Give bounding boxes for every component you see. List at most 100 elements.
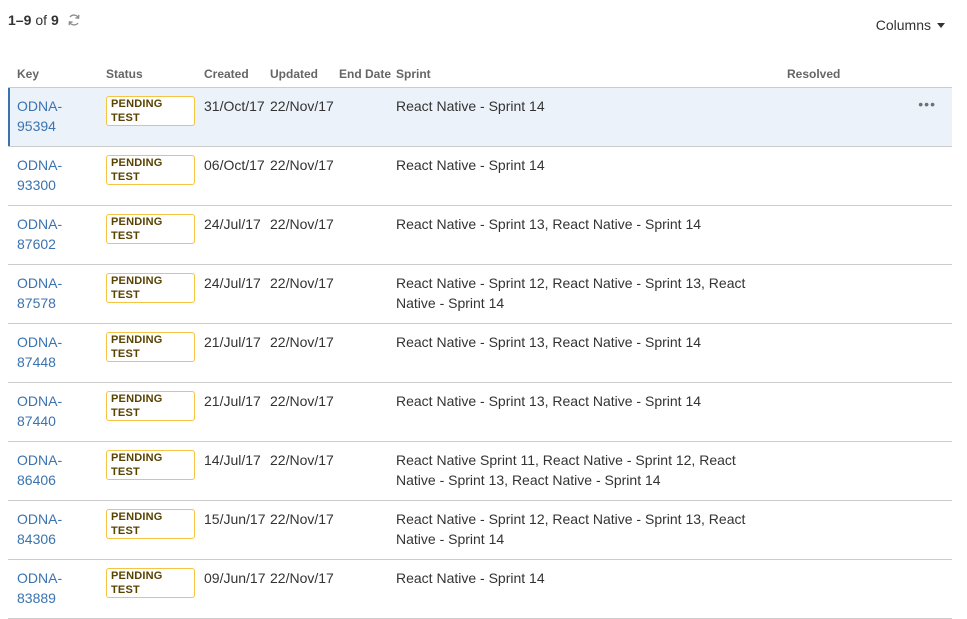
- cell-actions: [878, 382, 952, 442]
- issue-key-link[interactable]: ODNA-87448: [17, 334, 62, 370]
- cell-created: 06/Oct/17: [195, 146, 265, 206]
- header-key[interactable]: Key: [8, 60, 97, 88]
- cell-created: 24/Jul/17: [195, 205, 261, 265]
- cell-key: ODNA-87440: [8, 382, 97, 442]
- header-end-date[interactable]: End Date: [330, 60, 391, 88]
- cell-resolved: [778, 323, 878, 383]
- cell-actions: [878, 264, 952, 324]
- cell-sprint: React Native Sprint 11, React Native - S…: [387, 441, 778, 501]
- cell-resolved: [778, 500, 878, 560]
- cell-end-date: [330, 146, 387, 206]
- cell-key: ODNA-87602: [8, 205, 97, 265]
- cell-status: PENDING TEST: [97, 559, 195, 619]
- cell-sprint: React Native - Sprint 14: [387, 146, 778, 206]
- cell-status: PENDING TEST: [97, 500, 195, 560]
- table-row[interactable]: ODNA-84306 PENDING TEST 15/Jun/17 22/Nov/17…: [8, 500, 952, 560]
- cell-status: PENDING TEST: [97, 146, 195, 206]
- pager-total: 9: [51, 12, 59, 28]
- status-badge: PENDING TEST: [106, 214, 195, 244]
- cell-end-date: [330, 382, 387, 442]
- pager-of: of: [35, 12, 48, 28]
- cell-created: 14/Jul/17: [195, 441, 261, 501]
- issue-key-link[interactable]: ODNA-87440: [17, 393, 62, 429]
- status-badge: PENDING TEST: [106, 332, 195, 362]
- issue-key-link[interactable]: ODNA-93300: [17, 157, 62, 193]
- table-row[interactable]: ODNA-87602 PENDING TEST 24/Jul/17 22/Nov/17…: [8, 205, 952, 265]
- cell-updated: 22/Nov/17: [261, 264, 334, 324]
- issues-table: Key Status Created Updated End Date Spri…: [8, 60, 952, 619]
- cell-key: ODNA-84306: [8, 500, 97, 560]
- cell-end-date: [330, 441, 387, 501]
- table-row[interactable]: ODNA-93300 PENDING TEST 06/Oct/17 22/Nov/17…: [8, 146, 952, 206]
- header-resolved[interactable]: Resolved: [778, 60, 878, 88]
- table-row[interactable]: ODNA-86406 PENDING TEST 14/Jul/17 22/Nov/17…: [8, 441, 952, 501]
- cell-updated: 22/Nov/17: [261, 87, 334, 147]
- status-badge: PENDING TEST: [106, 273, 195, 303]
- status-badge: PENDING TEST: [106, 568, 195, 598]
- cell-status: PENDING TEST: [97, 205, 195, 265]
- cell-updated: 22/Nov/17: [261, 323, 334, 383]
- columns-button[interactable]: Columns: [876, 17, 945, 33]
- cell-actions: •••: [878, 87, 952, 147]
- cell-status: PENDING TEST: [97, 87, 195, 147]
- issue-key-link[interactable]: ODNA-83889: [17, 570, 62, 606]
- cell-end-date: [330, 205, 387, 265]
- issue-key-link[interactable]: ODNA-87602: [17, 216, 62, 252]
- cell-sprint: React Native - Sprint 13, React Native -…: [387, 205, 778, 265]
- cell-resolved: [778, 382, 878, 442]
- cell-key: ODNA-83889: [8, 559, 97, 619]
- table-row[interactable]: ODNA-95394 PENDING TEST 31/Oct/17 22/Nov/17…: [8, 87, 952, 147]
- table-row[interactable]: ODNA-87448 PENDING TEST 21/Jul/17 22/Nov/17…: [8, 323, 952, 383]
- cell-actions: [878, 559, 952, 619]
- header-sprint[interactable]: Sprint: [387, 60, 778, 88]
- issue-key-link[interactable]: ODNA-84306: [17, 511, 62, 547]
- cell-key: ODNA-93300: [8, 146, 97, 206]
- header-created[interactable]: Created: [195, 60, 261, 88]
- cell-end-date: [330, 264, 387, 324]
- header-updated[interactable]: Updated: [261, 60, 330, 88]
- cell-updated: 22/Nov/17: [261, 205, 334, 265]
- status-badge: PENDING TEST: [106, 391, 195, 421]
- cell-sprint: React Native - Sprint 13, React Native -…: [387, 382, 778, 442]
- cell-actions: [878, 500, 952, 560]
- cell-sprint: React Native - Sprint 12, React Native -…: [387, 264, 778, 324]
- cell-key: ODNA-86406: [8, 441, 97, 501]
- status-badge: PENDING TEST: [106, 155, 195, 185]
- cell-resolved: [778, 264, 878, 324]
- table-header-row: Key Status Created Updated End Date Spri…: [8, 60, 952, 88]
- columns-button-label: Columns: [875, 17, 931, 33]
- cell-updated: 22/Nov/17: [261, 500, 334, 560]
- cell-status: PENDING TEST: [97, 323, 195, 383]
- issue-key-link[interactable]: ODNA-95394: [17, 98, 62, 134]
- cell-actions: [878, 441, 952, 501]
- cell-status: PENDING TEST: [97, 441, 195, 501]
- cell-created: 15/Jun/17: [195, 500, 266, 560]
- cell-created: 31/Oct/17: [195, 87, 265, 147]
- cell-created: 21/Jul/17: [195, 323, 261, 383]
- cell-actions: [878, 323, 952, 383]
- caret-down-icon: [937, 22, 945, 28]
- cell-updated: 22/Nov/17: [261, 441, 334, 501]
- table-row[interactable]: ODNA-87578 PENDING TEST 24/Jul/17 22/Nov/17…: [8, 264, 952, 324]
- cell-end-date: [330, 323, 387, 383]
- cell-created: 24/Jul/17: [195, 264, 261, 324]
- cell-sprint: React Native - Sprint 12, React Native -…: [387, 500, 778, 560]
- status-badge: PENDING TEST: [106, 450, 195, 480]
- issues-table-body: ODNA-95394 PENDING TEST 31/Oct/17 22/Nov/17…: [8, 87, 952, 619]
- more-horizontal-icon[interactable]: •••: [918, 96, 936, 112]
- issue-key-link[interactable]: ODNA-87578: [17, 275, 62, 311]
- refresh-icon[interactable]: [67, 13, 81, 27]
- header-actions: [878, 60, 952, 88]
- cell-sprint: React Native - Sprint 14: [387, 559, 778, 619]
- cell-key: ODNA-87448: [8, 323, 97, 383]
- pager-range: 1–9: [8, 12, 32, 28]
- cell-created: 21/Jul/17: [195, 382, 261, 442]
- cell-resolved: [778, 87, 878, 147]
- table-row[interactable]: ODNA-87440 PENDING TEST 21/Jul/17 22/Nov/17…: [8, 382, 952, 442]
- table-row[interactable]: ODNA-83889 PENDING TEST 09/Jun/17 22/Nov/17…: [8, 559, 952, 619]
- cell-sprint: React Native - Sprint 14: [387, 87, 778, 147]
- issue-key-link[interactable]: ODNA-86406: [17, 452, 62, 488]
- cell-end-date: [330, 500, 387, 560]
- cell-end-date: [330, 87, 387, 147]
- header-status[interactable]: Status: [97, 60, 195, 88]
